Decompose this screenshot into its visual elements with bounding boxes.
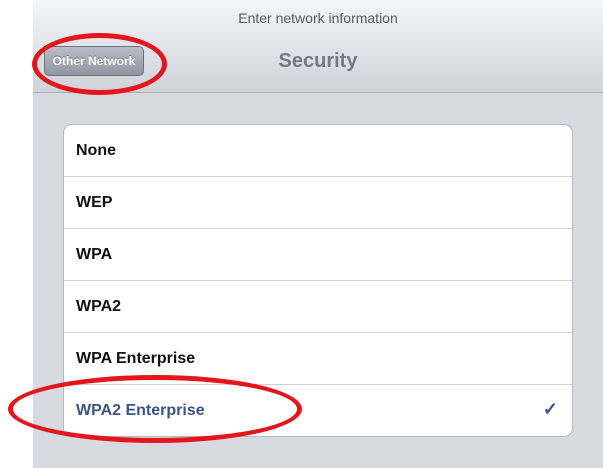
- option-label: WPA2: [76, 297, 122, 315]
- security-option-wep[interactable]: WEP: [64, 177, 572, 229]
- security-option-wpa-enterprise[interactable]: WPA Enterprise: [64, 333, 572, 385]
- security-options-list: None WEP WPA WPA2 WPA Enterprise WPA2 En…: [63, 124, 573, 437]
- option-label: WEP: [76, 193, 113, 211]
- security-option-none[interactable]: None: [64, 125, 572, 177]
- checkmark-icon: ✓: [542, 399, 558, 419]
- option-label: WPA2 Enterprise: [76, 401, 205, 419]
- nav-prompt: Enter network information: [238, 10, 398, 26]
- security-option-wpa2[interactable]: WPA2: [64, 281, 572, 333]
- security-option-wpa2-enterprise[interactable]: WPA2 Enterprise ✓: [64, 385, 572, 436]
- navigation-bar: Enter network information Security Other…: [33, 0, 603, 93]
- option-label: WPA Enterprise: [76, 349, 196, 367]
- option-label: WPA: [76, 245, 113, 263]
- other-network-back-button[interactable]: Other Network: [44, 46, 144, 76]
- security-option-wpa[interactable]: WPA: [64, 229, 572, 281]
- option-label: None: [76, 141, 116, 159]
